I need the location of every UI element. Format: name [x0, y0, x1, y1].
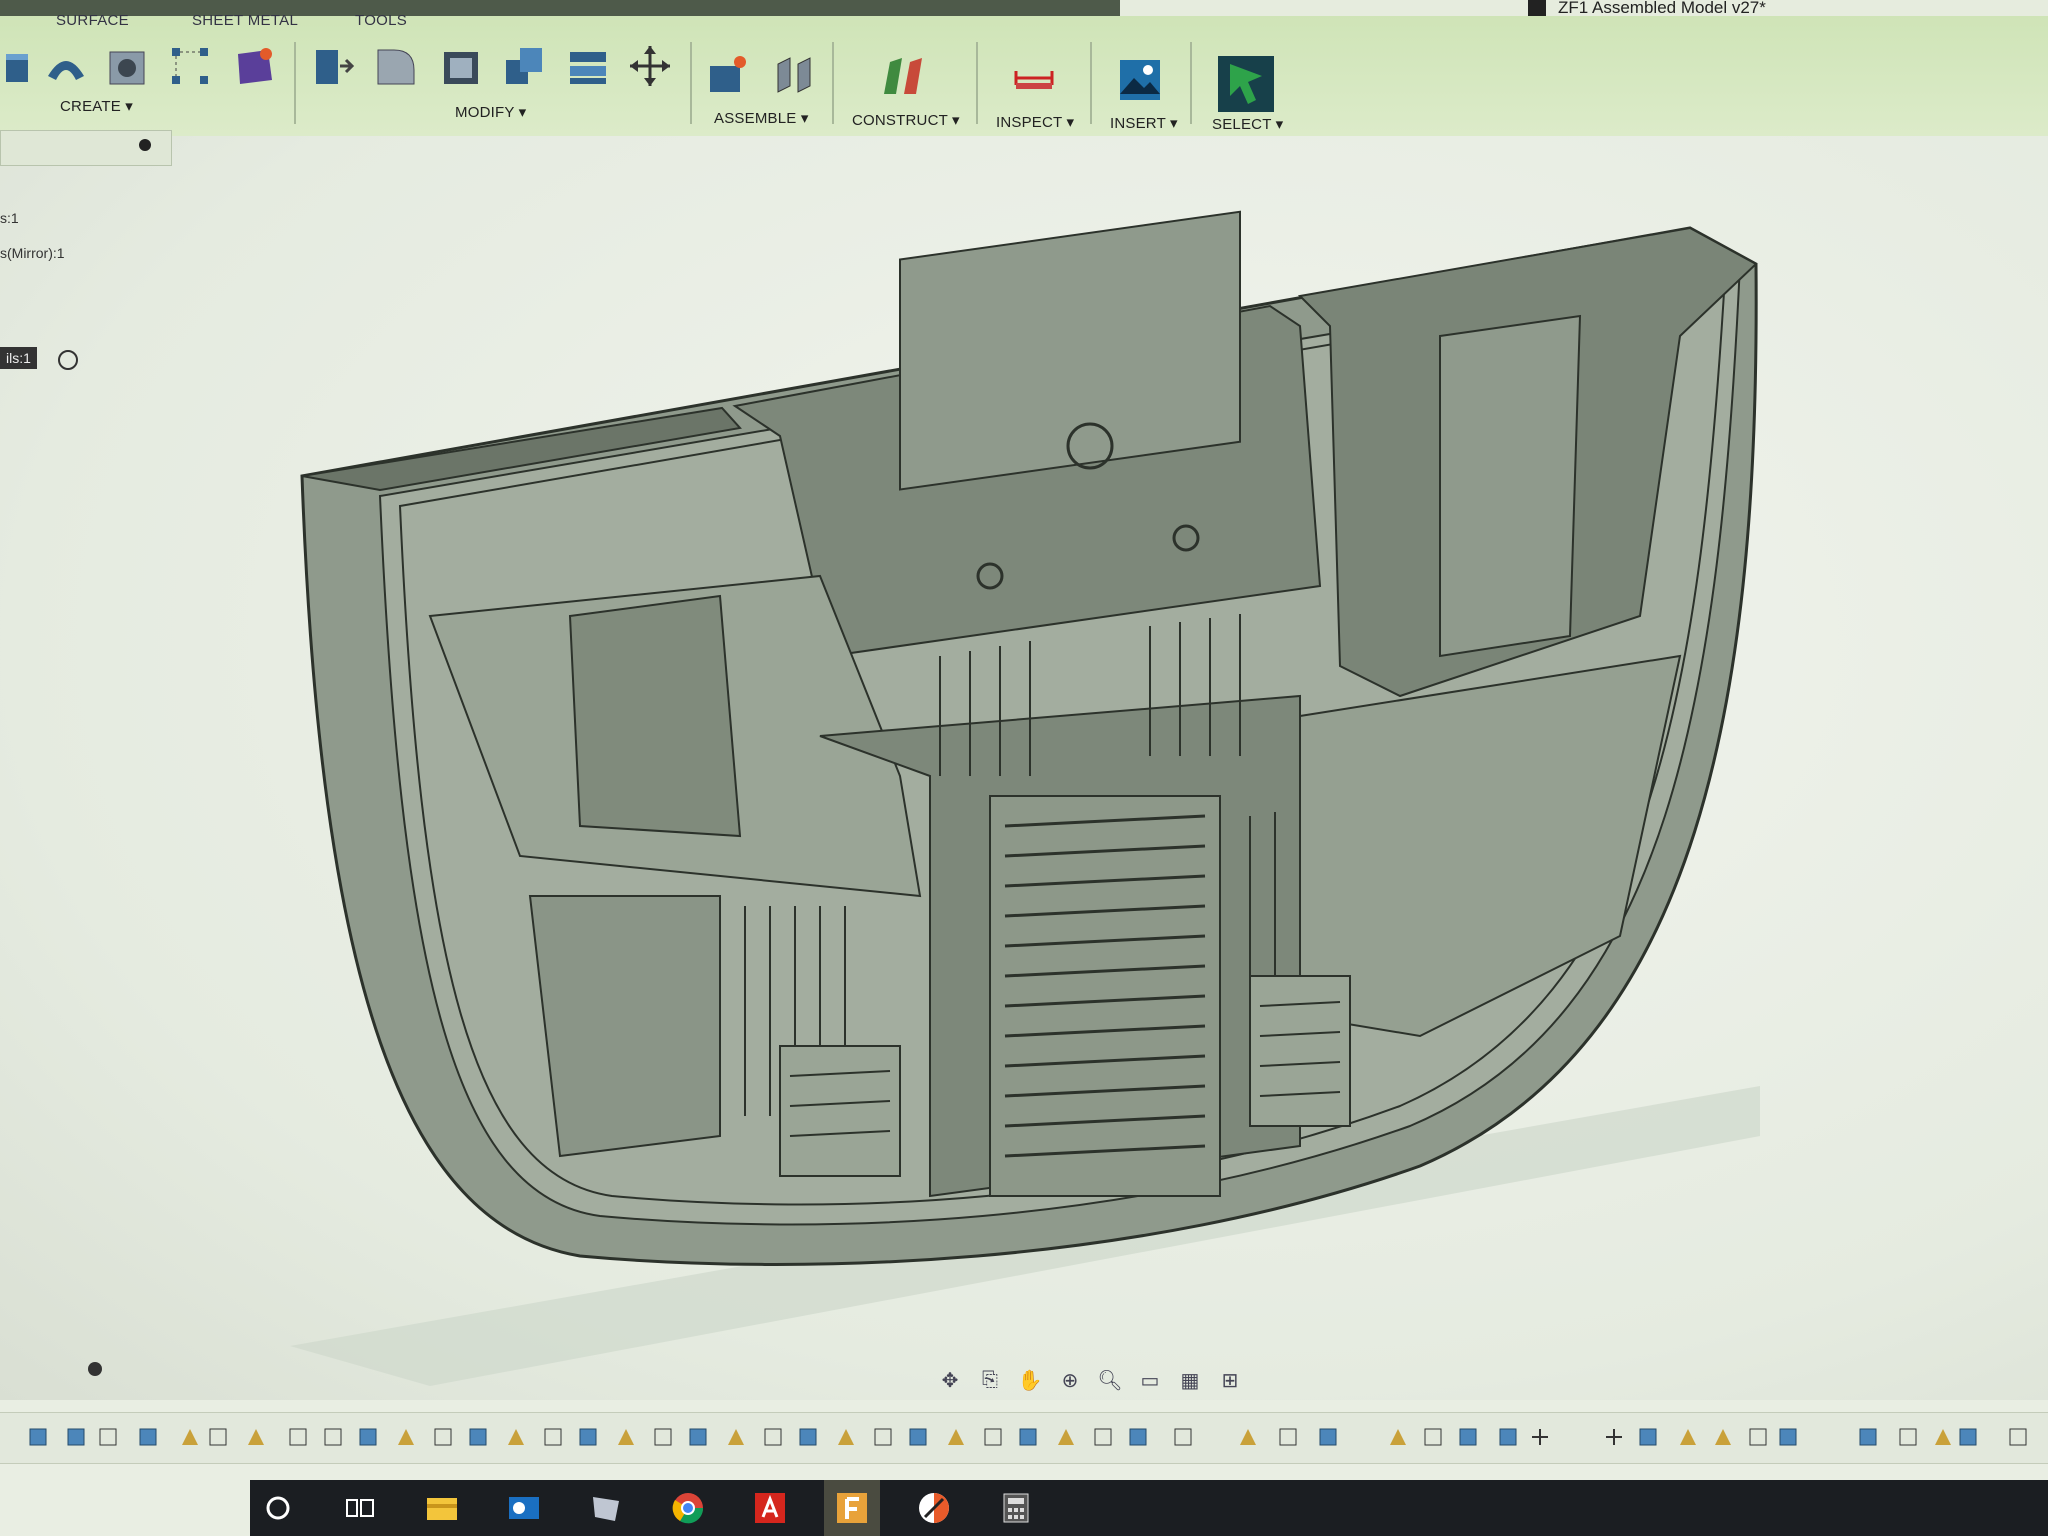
create-form-icon[interactable]	[232, 44, 276, 88]
tab-sheet-metal[interactable]: SHEET METAL	[192, 12, 298, 29]
press-pull-icon[interactable]	[310, 44, 354, 88]
joint-icon[interactable]	[772, 52, 816, 96]
browser-item-active[interactable]: ils:1	[0, 347, 37, 369]
pin-icon[interactable]	[139, 139, 151, 151]
pattern-icon[interactable]	[170, 44, 214, 88]
create-menu[interactable]: CREATE ▾	[60, 97, 133, 115]
hole-icon[interactable]	[106, 44, 150, 88]
search-circle-icon[interactable]	[250, 1480, 306, 1536]
pan-icon[interactable]: ✋	[1015, 1367, 1045, 1393]
task-view-icon[interactable]	[332, 1480, 388, 1536]
combine-icon[interactable]	[502, 44, 546, 88]
chrome-icon[interactable]	[660, 1480, 716, 1536]
file-explorer-icon[interactable]	[414, 1480, 470, 1536]
ribbon-divider	[294, 42, 296, 124]
ribbon-divider	[832, 42, 834, 124]
revolve-icon[interactable]	[44, 44, 88, 88]
modify-menu[interactable]: MODIFY ▾	[455, 103, 526, 121]
extrude-icon[interactable]	[0, 44, 44, 88]
ribbon-divider	[690, 42, 692, 124]
look-at-icon[interactable]: ⎘	[975, 1367, 1005, 1393]
timeline[interactable]	[0, 1412, 2048, 1464]
app-icon[interactable]	[906, 1480, 962, 1536]
activate-component-icon[interactable]	[58, 350, 78, 370]
offset-plane-icon[interactable]	[880, 54, 924, 98]
document-icon	[1528, 0, 1546, 16]
navigation-toolbar: ✥ ⎘ ✋ ⊕ 🔍︎ ▭ ▦ ⊞	[935, 1363, 1305, 1397]
select-menu[interactable]: SELECT ▾	[1212, 115, 1283, 133]
insert-image-icon[interactable]	[1118, 58, 1162, 102]
display-settings-icon[interactable]: ▭	[1135, 1367, 1165, 1393]
tab-tools[interactable]: TOOLS	[355, 12, 407, 29]
browser-item[interactable]: s(Mirror):1	[0, 245, 65, 261]
move-icon[interactable]	[628, 44, 672, 88]
ribbon-divider	[1090, 42, 1092, 124]
inspect-menu[interactable]: INSPECT ▾	[996, 113, 1074, 131]
outlook-icon[interactable]	[496, 1480, 552, 1536]
browser-panel-header[interactable]	[0, 130, 172, 166]
construct-menu[interactable]: CONSTRUCT ▾	[852, 111, 960, 129]
timeline-features[interactable]	[0, 1413, 2048, 1463]
calculator-icon[interactable]	[988, 1480, 1044, 1536]
tab-surface[interactable]: SURFACE	[56, 12, 129, 29]
fusion-icon[interactable]	[824, 1480, 880, 1536]
zoom-icon[interactable]: 🔍︎	[1095, 1367, 1125, 1393]
grid-icon[interactable]: ▦	[1175, 1367, 1205, 1393]
ribbon-divider	[1190, 42, 1192, 124]
onenote-icon[interactable]	[578, 1480, 634, 1536]
acrobat-icon[interactable]	[742, 1480, 798, 1536]
new-component-icon[interactable]	[706, 52, 750, 96]
browser-item[interactable]: s:1	[0, 210, 19, 226]
ribbon-divider	[976, 42, 978, 124]
fillet-icon[interactable]	[374, 44, 418, 88]
windows-taskbar	[250, 1480, 2048, 1536]
assemble-menu[interactable]: ASSEMBLE ▾	[714, 109, 809, 127]
viewports-icon[interactable]: ⊞	[1215, 1367, 1245, 1393]
comments-add-icon[interactable]	[88, 1362, 102, 1376]
select-icon[interactable]	[1218, 56, 1274, 112]
zoom-fit-icon[interactable]: ⊕	[1055, 1367, 1085, 1393]
3d-model-cutaway[interactable]	[0, 136, 2048, 1400]
align-icon[interactable]	[566, 44, 610, 88]
measure-icon[interactable]	[1012, 56, 1056, 100]
application-bar	[0, 0, 1120, 16]
3d-viewport[interactable]	[0, 136, 2048, 1400]
orbit-icon[interactable]: ✥	[935, 1367, 965, 1393]
shell-icon[interactable]	[440, 44, 484, 88]
insert-menu[interactable]: INSERT ▾	[1110, 114, 1178, 132]
